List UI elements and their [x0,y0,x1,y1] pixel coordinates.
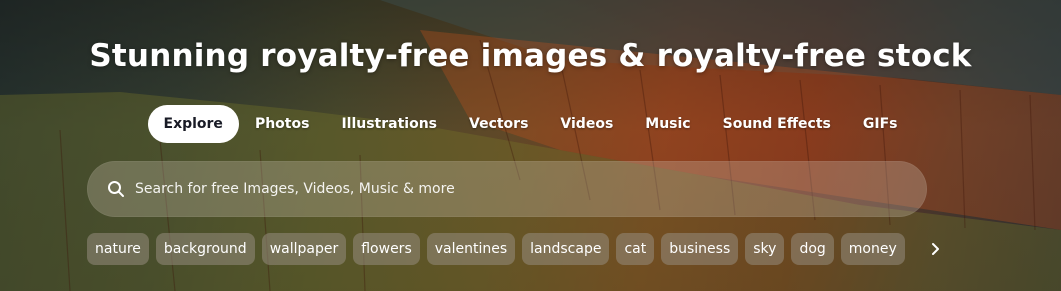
suggested-searches: nature background wallpaper flowers vale… [87,233,952,265]
chevron-right-icon[interactable] [920,233,952,265]
chip-nature[interactable]: nature [87,233,149,265]
tab-videos[interactable]: Videos [544,105,629,143]
chip-flowers[interactable]: flowers [353,233,420,265]
chip-valentines[interactable]: valentines [426,233,516,265]
chip-background[interactable]: background [155,233,255,265]
tab-vectors[interactable]: Vectors [453,105,544,143]
hero-banner: Stunning royalty-free images & royalty-f… [0,0,1061,291]
tab-music[interactable]: Music [629,105,706,143]
chip-landscape[interactable]: landscape [522,233,610,265]
tab-explore[interactable]: Explore [147,105,239,143]
tab-gifs[interactable]: GIFs [847,105,914,143]
search-input[interactable] [135,181,927,197]
search-icon[interactable] [107,180,125,198]
search-bar[interactable] [87,161,927,217]
tab-sound-effects[interactable]: Sound Effects [707,105,847,143]
tab-illustrations[interactable]: Illustrations [325,105,453,143]
chip-dog[interactable]: dog [791,233,834,265]
chip-business[interactable]: business [661,233,739,265]
page-title: Stunning royalty-free images & royalty-f… [89,38,972,74]
tab-photos[interactable]: Photos [239,105,326,143]
media-type-tabs: Explore Photos Illustrations Vectors Vid… [0,105,1061,143]
chip-cat[interactable]: cat [616,233,655,265]
chip-sky[interactable]: sky [745,233,785,265]
chip-money[interactable]: money [840,233,905,265]
chip-wallpaper[interactable]: wallpaper [261,233,347,265]
